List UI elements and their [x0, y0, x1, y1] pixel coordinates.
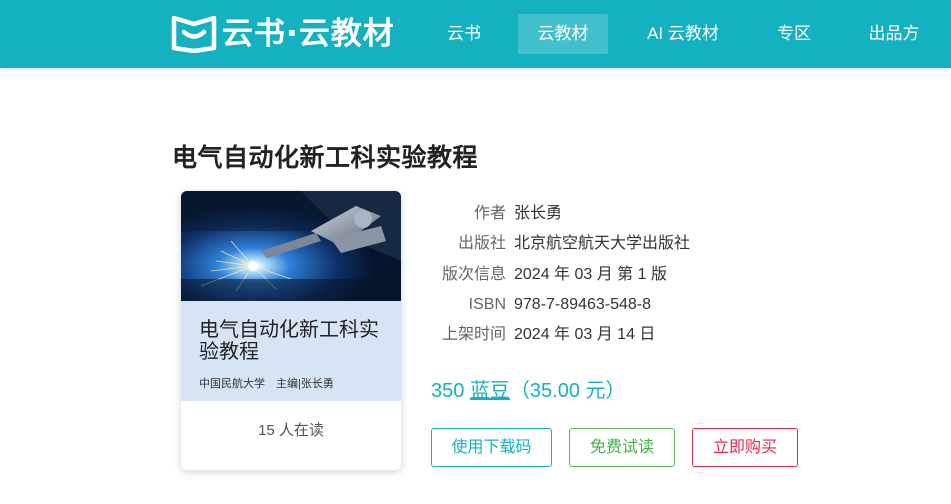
price: 350 蓝豆（35.00 元）	[431, 374, 626, 403]
price-amount: 350	[431, 380, 465, 402]
cover-author-meta: 中国民航大学 主编|张长勇	[199, 378, 334, 390]
top-navigation-bar: 云书·云教材 云书 云教材 AI 云教材 专区 出品方	[0, 0, 951, 68]
cover-title-panel: 电气自动化新工科实验教程 中国民航大学 主编|张长勇	[181, 301, 401, 401]
info-value-isbn: 978-7-89463-548-8	[514, 296, 651, 313]
book-logo-icon	[171, 15, 217, 53]
price-yuan: （35.00 元）	[509, 380, 626, 402]
page-title: 电气自动化新工科实验教程	[172, 144, 479, 172]
nav-item-ai-yunjiaocai[interactable]: AI 云教材	[630, 14, 736, 54]
book-cover-card[interactable]: 电气自动化新工科实验教程 中国民航大学 主编|张长勇 15 人在读	[181, 191, 401, 470]
info-label: 出版社	[457, 235, 506, 252]
brand-name: 云书·云教材	[222, 16, 395, 52]
brand-logo[interactable]: 云书·云教材	[170, 14, 395, 54]
free-trial-button[interactable]: 免费试读	[569, 428, 675, 467]
info-label: 上架时间	[441, 326, 506, 343]
info-label: 作者	[473, 205, 506, 222]
price-unit-link[interactable]: 蓝豆	[470, 380, 510, 402]
info-value-author: 张长勇	[514, 205, 563, 222]
readers-count: 15 人在读	[258, 422, 324, 439]
nav-item-yunjiaocai[interactable]: 云教材	[518, 14, 608, 54]
use-download-code-button[interactable]: 使用下载码	[431, 428, 552, 467]
info-value-edition: 2024 年 03 月 第 1 版	[514, 266, 667, 283]
info-value-listing-date: 2024 年 03 月 14 日	[514, 326, 656, 343]
cover-welding-image	[181, 191, 401, 301]
info-value-publisher: 北京航空航天大学出版社	[514, 235, 691, 252]
info-label: ISBN	[468, 296, 506, 313]
cover-title: 电气自动化新工科实验教程	[199, 319, 379, 363]
buy-now-button[interactable]: 立即购买	[692, 428, 798, 467]
info-label: 版次信息	[441, 266, 506, 283]
nav-item-yunshu[interactable]: 云书	[430, 14, 498, 54]
nav-item-zhuanqu[interactable]: 专区	[760, 14, 828, 54]
nav-item-chupinfang[interactable]: 出品方	[852, 14, 936, 54]
